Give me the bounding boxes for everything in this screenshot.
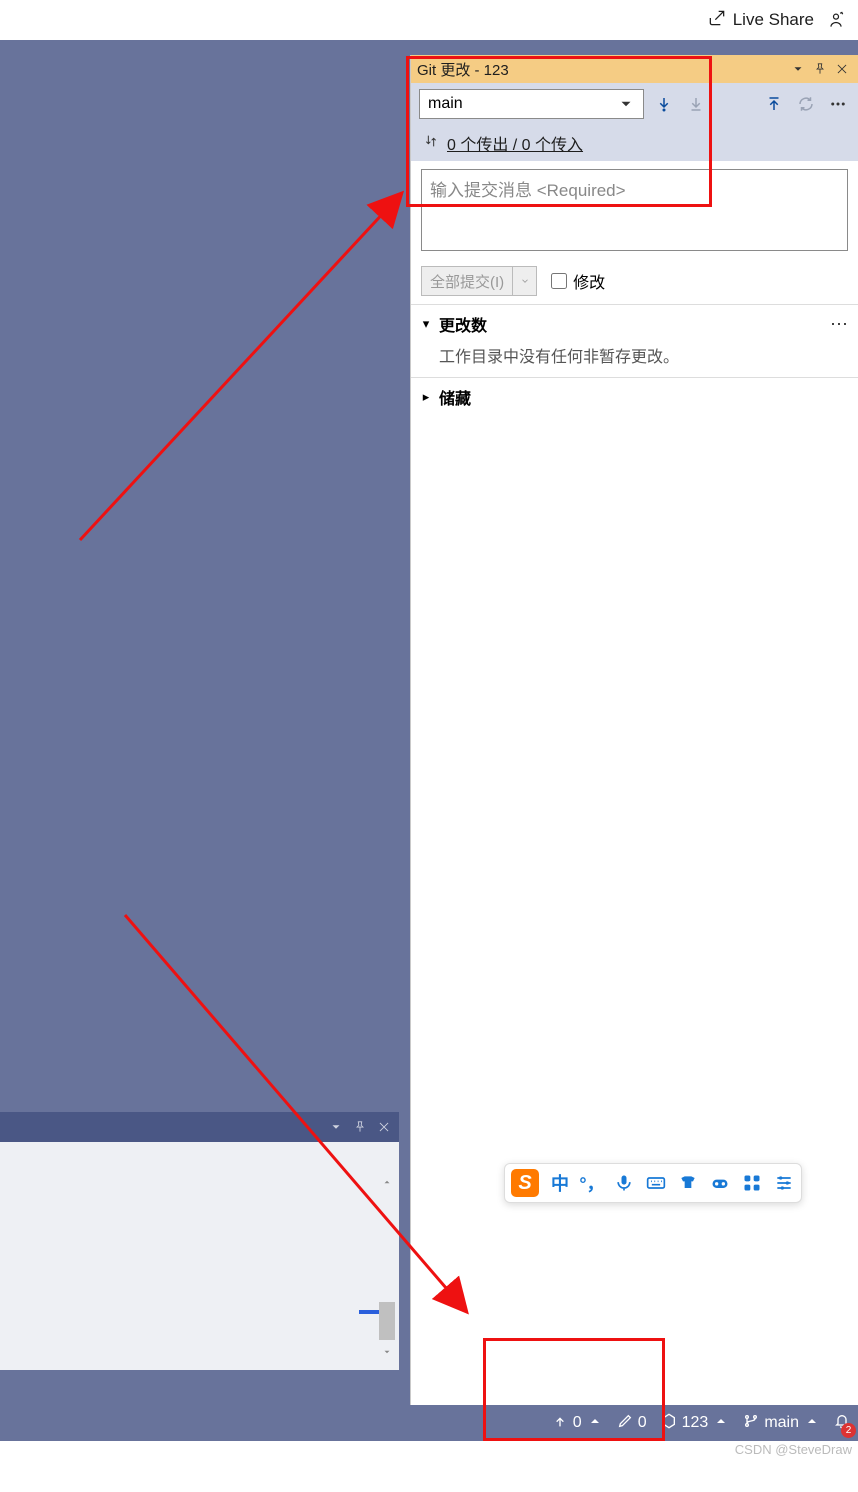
ime-toolbar: S 中 °， — [504, 1163, 802, 1203]
changes-section-title: 更改数 — [439, 312, 487, 336]
sync-status-link[interactable]: 0 个传出 / 0 个传入 — [447, 131, 583, 155]
amend-checkbox[interactable] — [551, 273, 567, 289]
ime-skin-icon[interactable] — [677, 1172, 699, 1194]
chevron-up-icon — [804, 1413, 820, 1434]
amend-checkbox-group[interactable]: 修改 — [551, 269, 605, 293]
expand-icon — [421, 316, 431, 332]
push-count: 0 — [573, 1414, 582, 1432]
sync-button[interactable] — [794, 92, 818, 116]
commit-all-button[interactable]: 全部提交(I) — [421, 266, 513, 296]
ime-grid-icon[interactable] — [741, 1172, 763, 1194]
scrollbar[interactable] — [377, 1172, 397, 1352]
feedback-button[interactable] — [826, 10, 846, 30]
watermark: CSDN @SteveDraw — [735, 1442, 852, 1457]
commit-dropdown[interactable] — [513, 266, 537, 296]
repo-name: 123 — [682, 1414, 709, 1432]
bottom-strip — [0, 1441, 858, 1492]
git-toolbar: main — [411, 83, 858, 125]
pull-button[interactable] — [684, 92, 708, 116]
changes-empty-text: 工作目录中没有任何非暂存更改。 — [411, 343, 858, 377]
changes-section: 更改数 ⋯ 工作目录中没有任何非暂存更改。 — [411, 304, 858, 377]
branch-label: main — [764, 1414, 799, 1432]
branch-dropdown[interactable]: main — [419, 89, 644, 119]
scroll-down-icon[interactable] — [377, 1342, 397, 1362]
commit-area: 全部提交(I) 修改 — [411, 161, 858, 304]
ime-punct-button[interactable]: °， — [581, 1172, 603, 1194]
sogou-logo-icon[interactable]: S — [511, 1169, 539, 1197]
status-changes[interactable]: 0 — [617, 1413, 647, 1434]
ime-tool-icon[interactable] — [709, 1172, 731, 1194]
changes-count: 0 — [638, 1414, 647, 1432]
live-share-label: Live Share — [733, 10, 814, 30]
pin-icon[interactable] — [810, 59, 830, 79]
sync-icon — [423, 133, 439, 154]
notification-badge: 2 — [841, 1423, 856, 1438]
status-push[interactable]: 0 — [552, 1413, 603, 1434]
ime-lang-button[interactable]: 中 — [549, 1172, 571, 1194]
branch-icon — [743, 1413, 759, 1434]
push-button[interactable] — [762, 92, 786, 116]
sync-status-row: 0 个传出 / 0 个传入 — [411, 125, 858, 161]
status-branch[interactable]: main — [743, 1413, 820, 1434]
scroll-up-icon[interactable] — [377, 1172, 397, 1192]
panel-header: Git 更改 - 123 — [411, 55, 858, 83]
notifications-button[interactable]: 2 — [834, 1413, 850, 1434]
output-panel-body — [0, 1142, 399, 1370]
more-button[interactable] — [826, 92, 850, 116]
commit-all-button-group: 全部提交(I) — [421, 266, 537, 296]
amend-label: 修改 — [573, 269, 605, 293]
share-icon — [707, 8, 727, 33]
stash-section-header[interactable]: 储藏 — [411, 378, 858, 416]
chevron-up-icon — [713, 1413, 729, 1434]
top-toolbar: Live Share — [0, 0, 858, 40]
output-panel-header — [0, 1112, 399, 1142]
ime-settings-icon[interactable] — [773, 1172, 795, 1194]
stash-section-title: 储藏 — [439, 385, 471, 409]
commit-message-input[interactable] — [421, 169, 848, 251]
output-panel — [0, 1112, 399, 1370]
panel-menu-dropdown[interactable] — [327, 1118, 345, 1136]
pencil-icon — [617, 1413, 633, 1434]
upload-icon — [552, 1413, 568, 1434]
collapse-icon — [421, 389, 431, 405]
changes-more-button[interactable]: ⋯ — [830, 314, 848, 335]
stash-section: 储藏 — [411, 377, 858, 416]
commit-actions: 全部提交(I) 修改 — [421, 266, 848, 296]
fetch-button[interactable] — [652, 92, 676, 116]
panel-menu-dropdown[interactable] — [788, 59, 808, 79]
status-repo[interactable]: 123 — [661, 1413, 730, 1434]
pin-icon[interactable] — [351, 1118, 369, 1136]
branch-name: main — [428, 95, 463, 113]
chevron-up-icon — [587, 1413, 603, 1434]
status-bar: 0 0 123 main 2 — [0, 1405, 858, 1441]
close-icon[interactable] — [375, 1118, 393, 1136]
changes-section-header[interactable]: 更改数 ⋯ — [411, 305, 858, 343]
ime-keyboard-icon[interactable] — [645, 1172, 667, 1194]
live-share-button[interactable]: Live Share — [707, 8, 814, 33]
close-icon[interactable] — [832, 59, 852, 79]
panel-title: Git 更改 - 123 — [417, 59, 786, 80]
scroll-thumb[interactable] — [379, 1302, 395, 1340]
repo-icon — [661, 1413, 677, 1434]
ime-mic-icon[interactable] — [613, 1172, 635, 1194]
